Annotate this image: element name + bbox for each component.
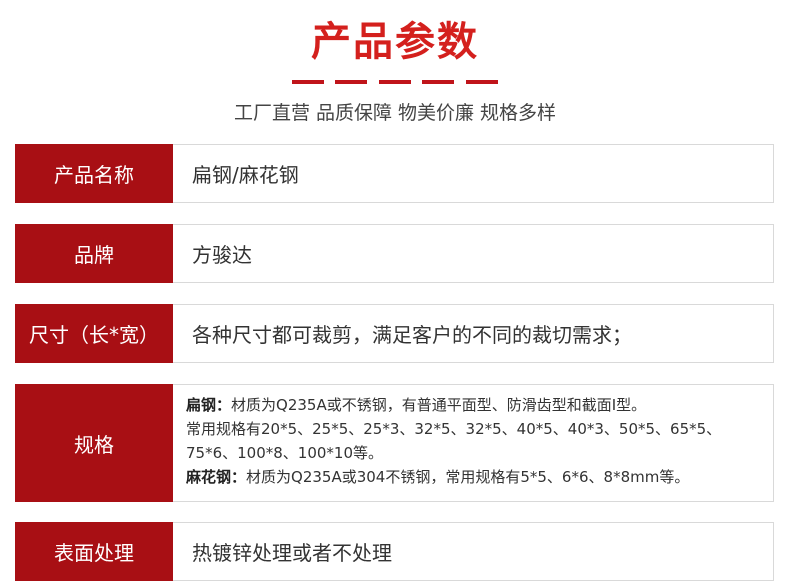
row-size: 尺寸（长*宽） 各种尺寸都可裁剪，满足客户的不同的裁切需求； xyxy=(15,304,774,363)
row-label: 规格 xyxy=(15,384,173,502)
spec-twist-title: 麻花钢： xyxy=(186,468,247,486)
row-label: 尺寸（长*宽） xyxy=(15,304,173,363)
spec-twist-text: 材质为Q235A或304不锈钢，常用规格有5*5、6*6、8*8mm等。 xyxy=(246,468,690,486)
row-surface: 表面处理 热镀锌处理或者不处理 xyxy=(15,522,774,581)
row-value: 热镀锌处理或者不处理 xyxy=(192,541,392,565)
spec-text: 扁钢：材质为Q235A或不锈钢，有普通平面型、防滑齿型和截面I型。 常用规格有2… xyxy=(186,393,769,489)
page-title: 产品参数 xyxy=(311,19,479,65)
row-spec: 规格 扁钢：材质为Q235A或不锈钢，有普通平面型、防滑齿型和截面I型。 常用规… xyxy=(15,384,774,502)
row-brand: 品牌 方骏达 xyxy=(15,224,774,283)
row-value: 各种尺寸都可裁剪，满足客户的不同的裁切需求； xyxy=(192,323,632,347)
title-underline xyxy=(292,80,498,84)
spec-flat-text3: 75*6、100*8、100*10等。 xyxy=(186,444,384,462)
row-label: 表面处理 xyxy=(15,522,173,581)
row-product-name: 产品名称 扁钢/麻花钢 xyxy=(15,144,774,203)
spec-flat-text2: 常用规格有20*5、25*5、25*3、32*5、32*5、40*5、40*3、… xyxy=(186,420,722,438)
row-value: 扁钢/麻花钢 xyxy=(192,163,299,187)
row-label: 产品名称 xyxy=(15,144,173,203)
row-value: 方骏达 xyxy=(192,243,252,267)
row-label: 品牌 xyxy=(15,224,173,283)
spec-flat-text1: 材质为Q235A或不锈钢，有普通平面型、防滑齿型和截面I型。 xyxy=(231,396,647,414)
page-subtitle: 工厂直营 品质保障 物美价廉 规格多样 xyxy=(233,102,557,124)
spec-flat-title: 扁钢： xyxy=(186,396,232,414)
